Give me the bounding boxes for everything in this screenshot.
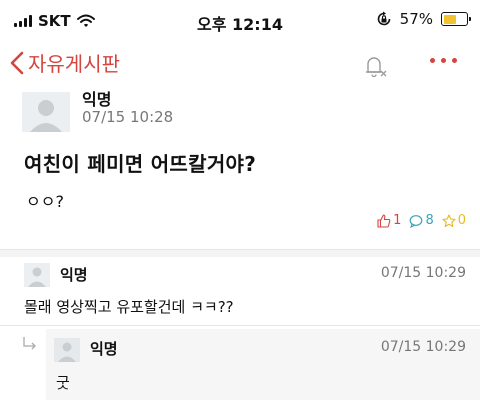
post-stats: 1 8 0 [377, 213, 466, 228]
page-title: 자유게시판 [28, 52, 120, 76]
rotation-lock-icon [377, 11, 390, 26]
post-date: 07/15 10:28 [82, 108, 174, 126]
comment-divider [0, 325, 480, 326]
post-title: 여친이 페미면 어뜨칼거야? [24, 152, 257, 176]
comment-text: 몰래 영상찍고 유포할건데 ㅋㅋ?? [24, 298, 234, 316]
nav-bar: 자유게시판 [0, 40, 480, 88]
comment-count[interactable]: 8 [409, 213, 434, 228]
chevron-left-icon [10, 51, 24, 74]
battery-icon [441, 12, 471, 26]
more-dot-icon [441, 58, 446, 63]
section-divider [0, 249, 480, 257]
comment-author: 익명 [60, 266, 88, 284]
status-right-group: 57% [376, 10, 471, 28]
more-dot-icon [452, 58, 457, 63]
battery-percent: 57% [399, 10, 433, 28]
more-options-button[interactable] [430, 58, 457, 63]
avatar [24, 263, 50, 287]
bell-off-icon [366, 57, 387, 78]
more-dot-icon [430, 58, 435, 63]
post-body: ㅇㅇ? [26, 192, 64, 211]
reply-text: 굿 [56, 374, 70, 392]
notification-off-button[interactable] [362, 52, 390, 82]
post-author: 익명 [82, 90, 112, 109]
status-bar: SKT 오후 12:14 57% [0, 0, 480, 40]
like-count[interactable]: 1 [377, 213, 401, 228]
thumbs-up-icon [377, 213, 391, 228]
comment-date: 07/15 10:29 [380, 265, 466, 281]
reply-date: 07/15 10:29 [380, 339, 466, 355]
reply-arrow-icon [23, 337, 36, 350]
back-button[interactable]: 자유게시판 [10, 48, 120, 77]
avatar [54, 338, 80, 362]
scrap-count[interactable]: 0 [442, 213, 466, 228]
reply-author: 익명 [90, 340, 118, 358]
comment-icon [410, 214, 423, 228]
star-icon [442, 213, 456, 227]
avatar [22, 92, 70, 132]
